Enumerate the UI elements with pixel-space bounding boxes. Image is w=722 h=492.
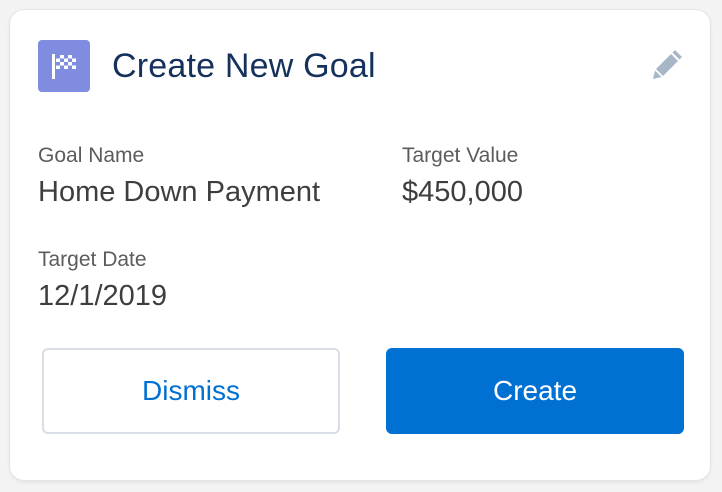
dismiss-button[interactable]: Dismiss	[42, 348, 340, 434]
checkered-flag-icon	[38, 40, 90, 92]
goal-name-value: Home Down Payment	[38, 176, 321, 208]
create-goal-card: Create New Goal Goal Name Home Down Paym…	[10, 10, 710, 480]
target-date-field: Target Date 12/1/2019	[38, 248, 167, 314]
edit-button[interactable]	[646, 44, 690, 88]
goal-name-field: Goal Name Home Down Payment	[38, 144, 320, 210]
pencil-icon	[650, 46, 686, 87]
create-button[interactable]: Create	[386, 348, 684, 434]
card-header: Create New Goal	[38, 40, 690, 92]
target-value-value: $450,000	[402, 176, 523, 208]
target-value-field: Target Value $450,000	[402, 144, 523, 210]
card-title: Create New Goal	[112, 46, 376, 85]
target-date-label: Target Date	[38, 248, 147, 271]
target-date-value: 12/1/2019	[38, 280, 168, 312]
goal-name-label: Goal Name	[38, 144, 145, 167]
target-value-label: Target Value	[402, 144, 519, 167]
